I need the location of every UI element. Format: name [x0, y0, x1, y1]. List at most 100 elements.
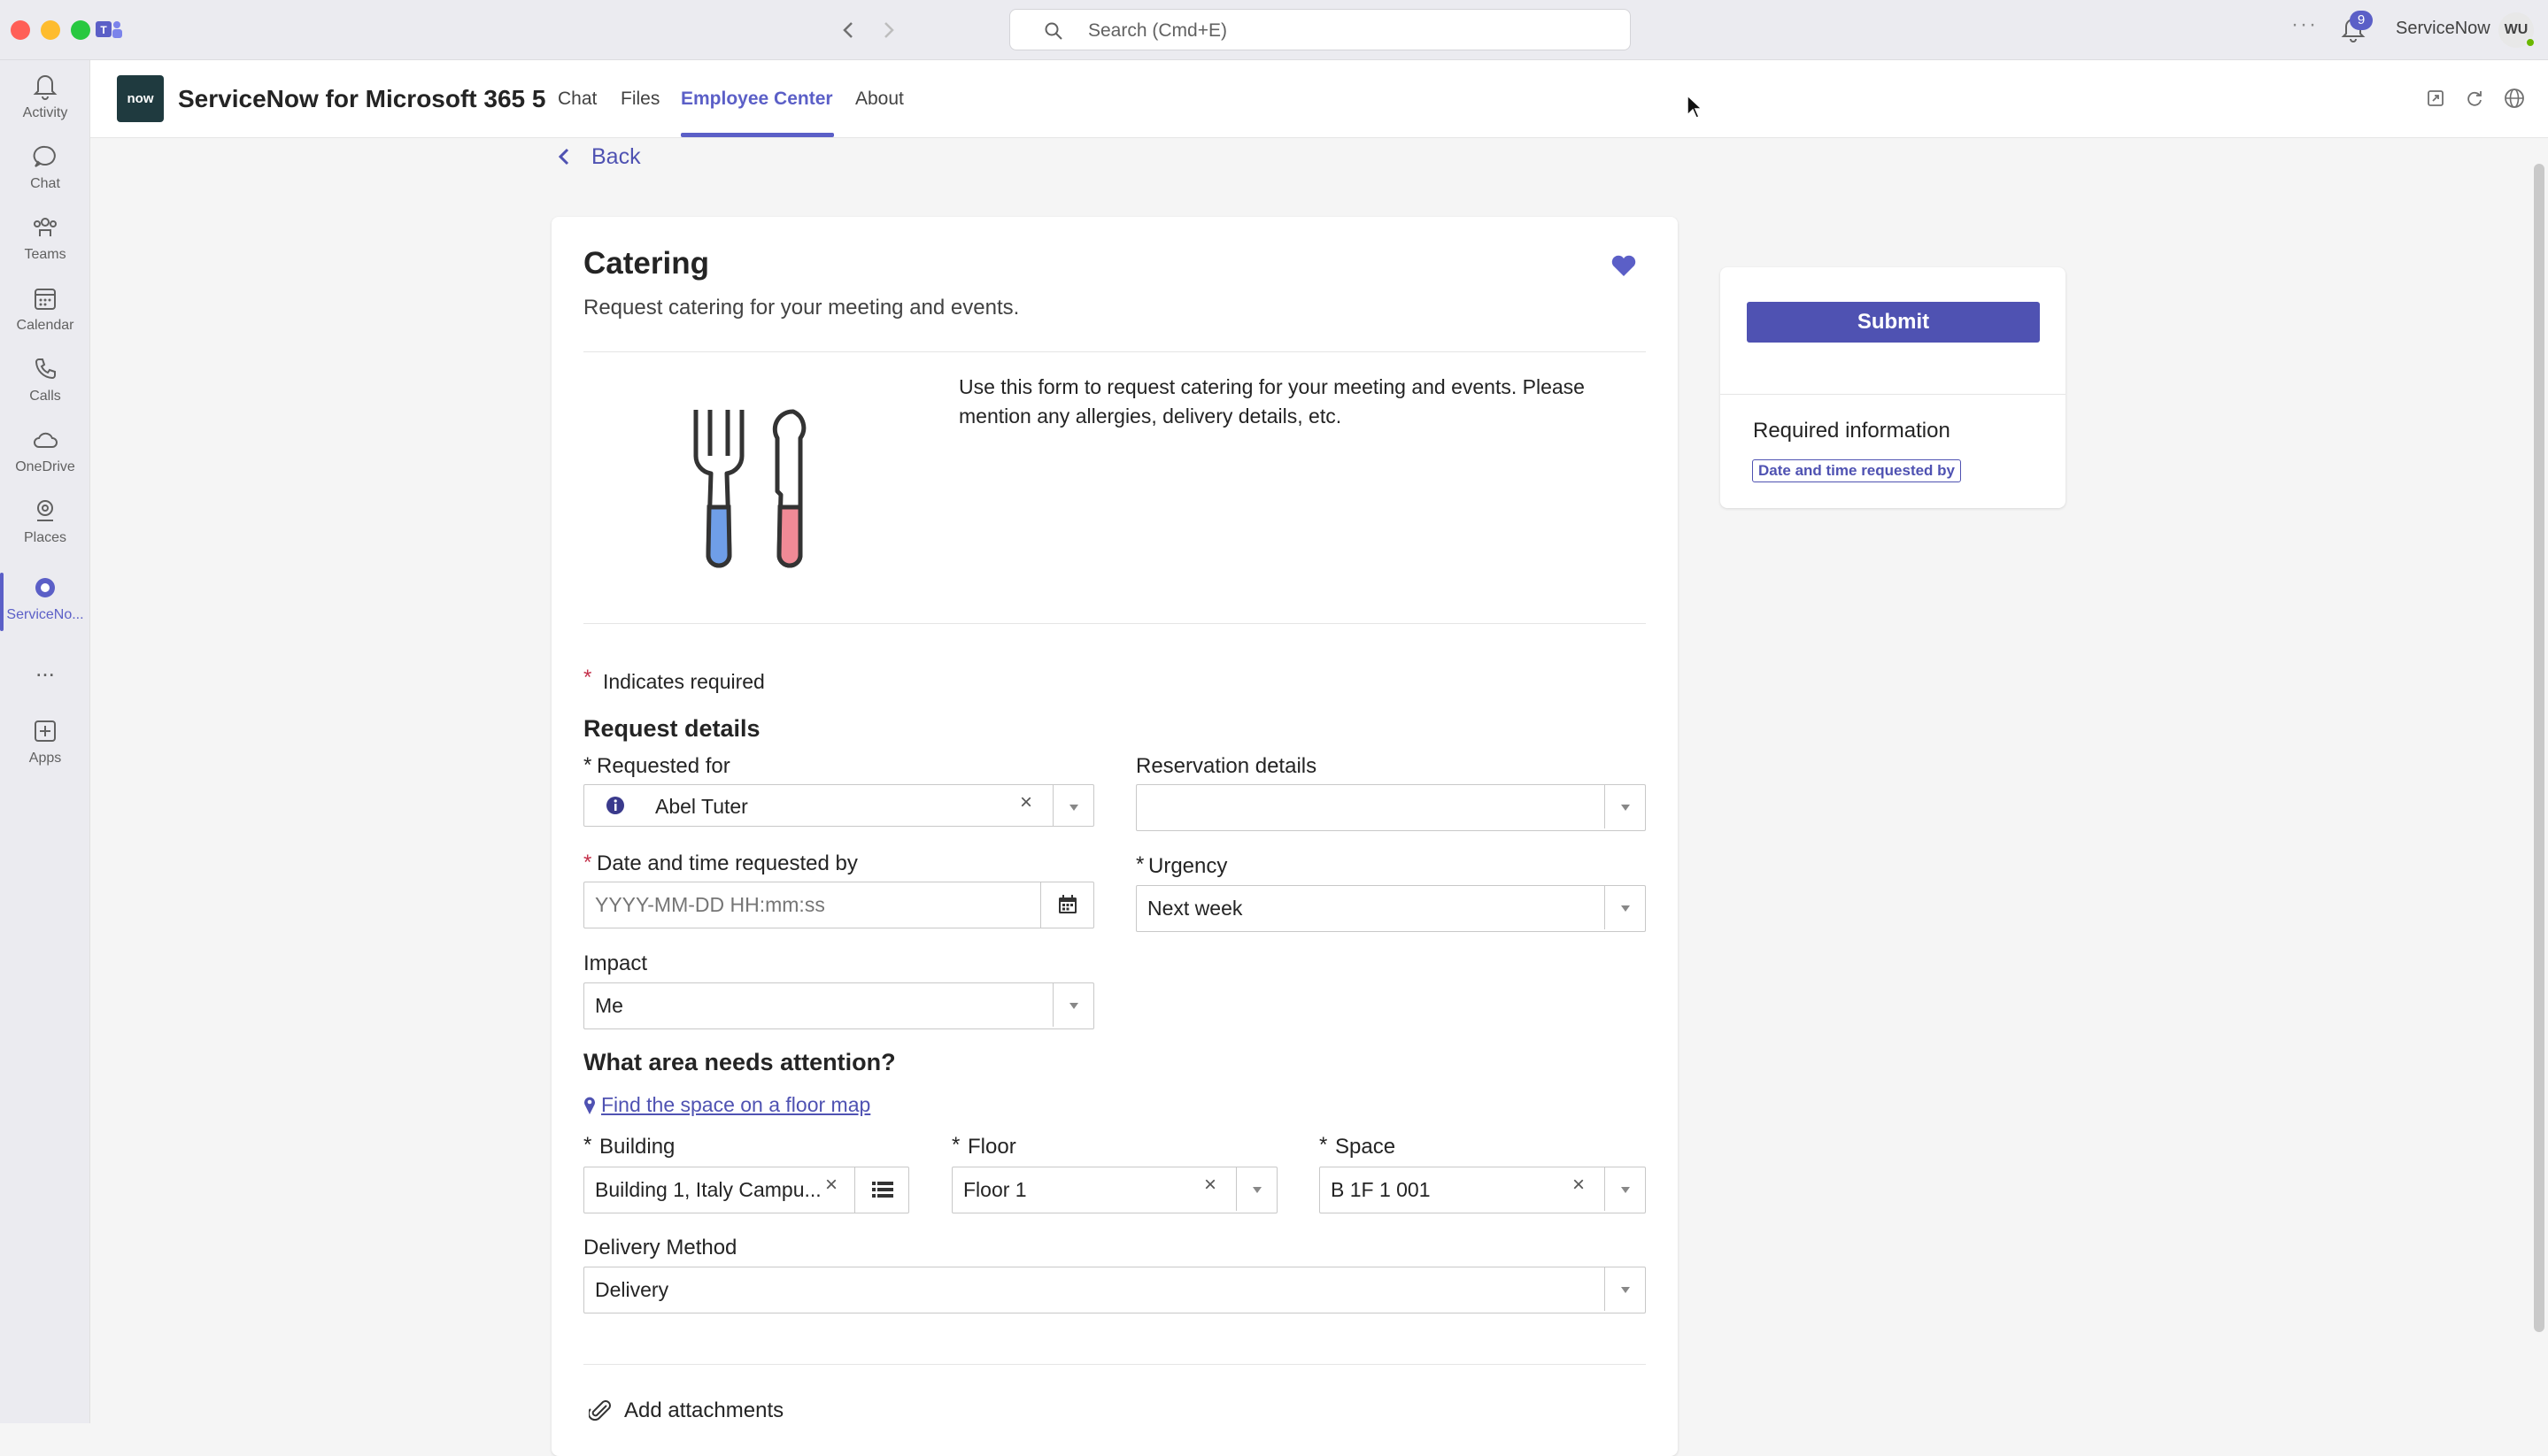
floor-map-link-text: Find the space on a floor map: [601, 1093, 871, 1116]
indicates-required-text: Indicates required: [603, 670, 765, 693]
calendar-icon: [1059, 895, 1077, 913]
chevron-down-icon[interactable]: [1236, 1167, 1277, 1211]
divider: [583, 1364, 1646, 1365]
required-asterisk: *: [1136, 852, 1145, 876]
clear-icon[interactable]: ×: [1020, 790, 1032, 815]
delivery-method-select[interactable]: Delivery: [583, 1267, 1646, 1313]
space-label: Space: [1335, 1135, 1396, 1159]
info-icon[interactable]: [606, 796, 625, 820]
calendar-button[interactable]: [1040, 882, 1093, 928]
list-icon: [872, 1182, 893, 1198]
form-title: Catering: [583, 246, 709, 281]
urgency-select[interactable]: Next week: [1136, 885, 1646, 932]
popout-icon[interactable]: [2426, 89, 2445, 112]
clear-icon[interactable]: ×: [1204, 1173, 1216, 1198]
impact-select[interactable]: Me: [583, 982, 1094, 1029]
clear-icon[interactable]: ×: [825, 1173, 838, 1198]
servicenow-icon: [0, 574, 90, 602]
paperclip-icon: [587, 1400, 612, 1426]
chevron-down-icon[interactable]: [1604, 886, 1645, 929]
back-label: Back: [591, 144, 641, 169]
datetime-input[interactable]: [584, 882, 1038, 928]
rail-label: OneDrive: [15, 459, 75, 474]
scrollbar[interactable]: [2534, 164, 2544, 1332]
required-asterisk: *: [583, 851, 592, 874]
map-pin-icon: [583, 1096, 596, 1120]
list-lookup-button[interactable]: [854, 1167, 908, 1213]
required-field-chip[interactable]: Date and time requested by: [1752, 459, 1962, 482]
tab-chat[interactable]: Chat: [558, 89, 597, 110]
search-placeholder: Search (Cmd+E): [1088, 20, 1227, 41]
chevron-down-icon[interactable]: [1053, 983, 1093, 1027]
chevron-down-icon[interactable]: [1604, 1167, 1645, 1211]
more-options-icon[interactable]: ···: [2291, 12, 2318, 37]
floor-select[interactable]: Floor 1 ×: [952, 1167, 1278, 1213]
required-asterisk: *: [1319, 1133, 1328, 1157]
required-asterisk: *: [583, 1133, 592, 1157]
submit-button[interactable]: Submit: [1747, 302, 2040, 343]
active-tab-indicator: [681, 133, 834, 137]
rail-label: Calls: [29, 389, 61, 404]
datetime-field[interactable]: [583, 882, 1094, 928]
required-asterisk: *: [583, 666, 592, 689]
clear-icon[interactable]: ×: [1572, 1173, 1585, 1198]
more-apps-icon[interactable]: ...: [0, 655, 90, 690]
tab-employee-center[interactable]: Employee Center: [681, 89, 833, 110]
required-asterisk: *: [583, 753, 592, 777]
chevron-down-icon[interactable]: [1053, 785, 1093, 826]
back-nav-icon[interactable]: [839, 18, 857, 47]
tab-about[interactable]: About: [855, 89, 904, 110]
minimize-window-button[interactable]: [41, 20, 60, 40]
refresh-icon[interactable]: [2465, 89, 2484, 112]
building-field[interactable]: Building 1, Italy Campu... ×: [583, 1167, 909, 1213]
rail-label: Chat: [30, 176, 60, 191]
form-subtitle: Request catering for your meeting and ev…: [583, 296, 1020, 320]
rail-label: Teams: [24, 247, 66, 262]
maximize-window-button[interactable]: [71, 20, 90, 40]
teams-icon: [0, 213, 90, 242]
urgency-label: Urgency: [1148, 854, 1228, 878]
left-app-rail: Activity Chat Teams Calendar Calls OneDr…: [0, 60, 90, 1423]
urgency-value: Next week: [1147, 897, 1243, 920]
places-icon: [0, 497, 90, 525]
chat-icon: [0, 143, 90, 171]
rail-label: Calendar: [16, 318, 74, 333]
rail-item-activity[interactable]: Activity: [0, 72, 90, 137]
requested-for-field[interactable]: Abel Tuter ×: [583, 784, 1094, 827]
reservation-details-label: Reservation details: [1136, 754, 1317, 778]
reservation-details-select[interactable]: [1136, 784, 1646, 831]
space-select[interactable]: B 1F 1 001 ×: [1319, 1167, 1646, 1213]
close-window-button[interactable]: [11, 20, 30, 40]
rail-item-calls[interactable]: Calls: [0, 355, 90, 420]
rail-label: Places: [23, 530, 67, 545]
globe-icon[interactable]: [2504, 88, 2525, 113]
rail-item-servicenow[interactable]: ServiceNo...: [0, 574, 90, 639]
servicenow-logo: now: [117, 75, 164, 122]
favorite-heart-icon[interactable]: [1610, 253, 1637, 282]
divider: [1720, 394, 2065, 395]
delivery-method-value: Delivery: [595, 1278, 669, 1301]
catering-fork-knife-icon: [689, 403, 822, 575]
rail-item-calendar[interactable]: Calendar: [0, 284, 90, 350]
rail-item-onedrive[interactable]: OneDrive: [0, 426, 90, 491]
forward-nav-icon[interactable]: [880, 18, 898, 47]
rail-item-apps[interactable]: Apps: [0, 717, 90, 782]
phone-icon: [0, 355, 90, 383]
rail-label: Activity: [22, 105, 68, 120]
rail-item-places[interactable]: Places: [0, 497, 90, 562]
search-icon: [1044, 21, 1063, 45]
rail-item-teams[interactable]: Teams: [0, 213, 90, 279]
required-asterisk: *: [952, 1133, 961, 1157]
chevron-left-icon: [556, 145, 572, 173]
app-title: ServiceNow for Microsoft 365 5: [178, 85, 546, 112]
chevron-down-icon[interactable]: [1604, 785, 1645, 828]
chevron-down-icon[interactable]: [1604, 1267, 1645, 1311]
tab-files[interactable]: Files: [621, 89, 660, 110]
search-input[interactable]: Search (Cmd+E): [1009, 9, 1631, 50]
account-name[interactable]: ServiceNow: [2396, 19, 2490, 39]
floor-label: Floor: [968, 1135, 1016, 1159]
presence-status-icon: [2525, 37, 2536, 48]
rail-item-chat[interactable]: Chat: [0, 143, 90, 208]
bell-icon: [0, 72, 90, 100]
mouse-cursor-icon: [1686, 94, 1703, 125]
